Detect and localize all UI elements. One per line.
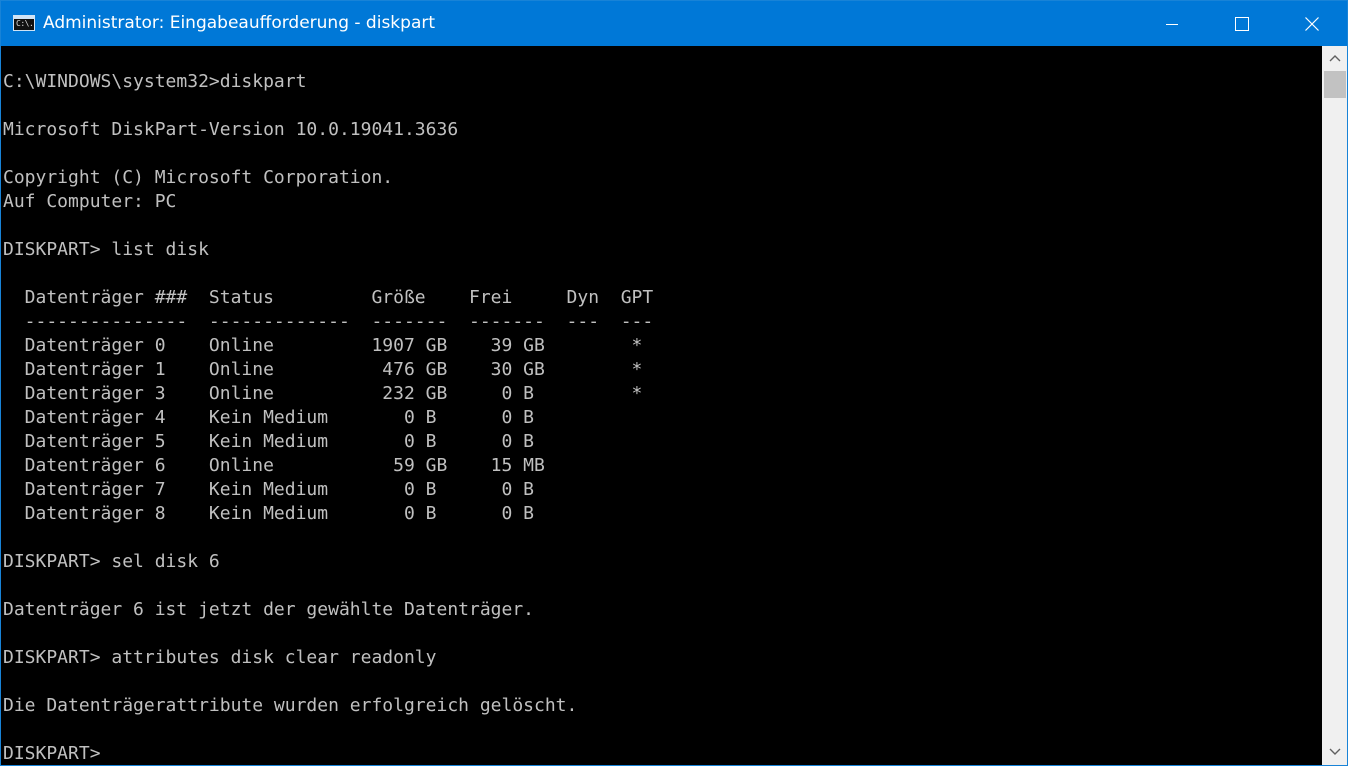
console-line: Datenträger ### Status Größe Frei Dyn GP… — [3, 287, 654, 308]
maximize-icon — [1235, 16, 1249, 31]
console-line: Die Datenträgerattribute wurden erfolgre… — [3, 695, 578, 716]
console-line: Datenträger 5 Kein Medium 0 B 0 B — [3, 431, 535, 452]
scrollbar-thumb[interactable] — [1324, 71, 1346, 98]
title-bar[interactable]: C:\. Administrator: Eingabeaufforderung … — [1, 1, 1347, 46]
scroll-up-button[interactable] — [1322, 46, 1347, 70]
console-line: Copyright (C) Microsoft Corporation. — [3, 167, 394, 188]
console-line: Datenträger 7 Kein Medium 0 B 0 B — [3, 479, 535, 500]
console-lines: C:\WINDOWS\system32>diskpart Microsoft Di… — [3, 70, 654, 765]
console-output[interactable]: C:\WINDOWS\system32>diskpart Microsoft Di… — [1, 46, 1321, 765]
console-line: Datenträger 3 Online 232 GB 0 B * — [3, 383, 643, 404]
scroll-down-button[interactable] — [1322, 740, 1347, 764]
cmd-icon-glyph: C:\. — [16, 19, 34, 28]
console-line: Datenträger 8 Kein Medium 0 B 0 B — [3, 503, 535, 524]
console-line: --------------- ------------- ------- --… — [3, 311, 654, 332]
window-title: Administrator: Eingabeaufforderung - dis… — [43, 13, 436, 33]
console-window: C:\. Administrator: Eingabeaufforderung … — [0, 0, 1348, 766]
maximize-button[interactable] — [1207, 1, 1277, 46]
console-line: Datenträger 6 ist jetzt der gewählte Dat… — [3, 599, 535, 620]
console-line: C:\WINDOWS\system32>diskpart — [3, 71, 307, 92]
vertical-scrollbar[interactable] — [1322, 46, 1347, 765]
console-line: DISKPART> — [3, 743, 112, 764]
console-line: Auf Computer: PC — [3, 191, 177, 212]
cmd-icon[interactable]: C:\. — [13, 15, 35, 31]
console-line: Microsoft DiskPart-Version 10.0.19041.36… — [3, 119, 459, 140]
console-line: Datenträger 4 Kein Medium 0 B 0 B — [3, 407, 535, 428]
console-line: DISKPART> attributes disk clear readonly — [3, 647, 437, 668]
console-line: DISKPART> sel disk 6 — [3, 551, 220, 572]
scroll-up-arrow-icon — [1329, 55, 1341, 62]
close-button[interactable] — [1277, 1, 1347, 46]
minimize-icon — [1166, 23, 1178, 25]
console-line: DISKPART> list disk — [3, 239, 209, 260]
console-line: Datenträger 0 Online 1907 GB 39 GB * — [3, 335, 643, 356]
scroll-down-arrow-icon — [1329, 748, 1341, 755]
close-icon — [1305, 16, 1319, 31]
console-line: Datenträger 6 Online 59 GB 15 MB — [3, 455, 545, 476]
console-line: Datenträger 1 Online 476 GB 30 GB * — [3, 359, 643, 380]
minimize-button[interactable] — [1137, 1, 1207, 46]
